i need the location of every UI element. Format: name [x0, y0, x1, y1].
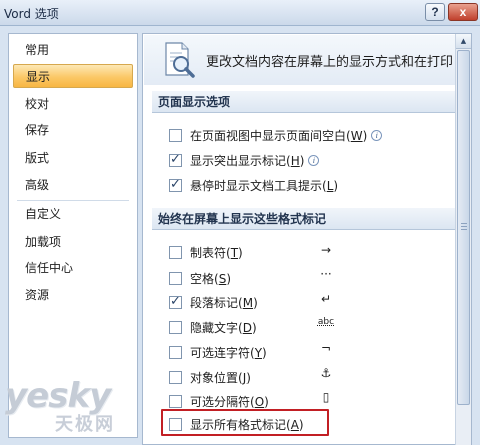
option-hidden-text[interactable]: 隐藏文字(D)	[169, 318, 257, 336]
space-dots-icon: ···	[320, 267, 332, 281]
scroll-up-arrow-icon[interactable]: ▲	[456, 34, 471, 49]
hidden-text-hotkey: D	[242, 320, 252, 335]
optional-breaks-label: 可选分隔符	[190, 394, 251, 409]
tooltips-label: 悬停时显示文档工具提示	[190, 178, 323, 193]
nav-item-resources[interactable]: 资源	[10, 283, 136, 307]
yesky-watermark: yesky 天极网	[5, 376, 135, 436]
title-buttons: ? x	[425, 3, 478, 21]
option-tab-characters[interactable]: 制表符(T)	[169, 243, 243, 261]
highlight-annotation-box	[161, 409, 329, 436]
hidden-text-sample-icon: abc	[317, 317, 335, 327]
window-title: Vord 选项	[4, 7, 59, 21]
anchor-icon: ⚓	[320, 366, 332, 380]
option-spaces[interactable]: 空格(S)	[169, 269, 231, 287]
panel-header: 更改文档内容在屏幕上的显示方式和在打印	[144, 35, 456, 85]
tooltips-checkbox[interactable]: ✓	[169, 176, 182, 192]
close-button[interactable]: x	[448, 3, 478, 21]
paragraph-return-icon: ↵	[320, 292, 332, 306]
checkmark-icon: ✓	[170, 176, 181, 192]
option-optional-hyphens[interactable]: 可选连字符(Y)	[169, 343, 267, 361]
panel-header-text: 更改文档内容在屏幕上的显示方式和在打印	[206, 55, 454, 70]
thumb-grip	[461, 229, 467, 230]
nav-item-layout[interactable]: 版式	[10, 146, 136, 170]
nav-item-common[interactable]: 常用	[10, 38, 136, 62]
thumb-grip	[461, 226, 467, 227]
option-optional-breaks[interactable]: 可选分隔符(O)	[169, 392, 269, 410]
nav-item-addins[interactable]: 加载项	[10, 230, 136, 254]
whitespace-hotkey: W	[350, 128, 363, 143]
checkmark-icon: ✓	[170, 151, 181, 167]
paragraph-marks-label: 段落标记	[190, 295, 239, 310]
optional-hyphen-icon: ¬	[320, 341, 332, 355]
spaces-checkbox[interactable]	[169, 271, 182, 285]
highlight-hotkey: H	[290, 153, 300, 168]
thumb-grip	[461, 223, 467, 224]
option-show-whitespace[interactable]: 在页面视图中显示页面间空白(W) i	[169, 126, 383, 144]
tooltips-hotkey: L	[326, 178, 334, 193]
option-paragraph-marks[interactable]: ✓ 段落标记(M)	[169, 293, 258, 311]
hidden-text-checkbox[interactable]	[169, 320, 182, 334]
spaces-hotkey: S	[218, 271, 227, 286]
info-icon: i	[308, 154, 320, 166]
nav-item-advanced[interactable]: 高级	[10, 173, 136, 197]
option-object-anchors[interactable]: 对象位置(J)	[169, 368, 251, 386]
page-display-section-title: 页面显示选项	[152, 91, 456, 113]
whitespace-label: 在页面视图中显示页面间空白	[190, 128, 347, 143]
tab-characters-hotkey: T	[230, 245, 239, 260]
help-button[interactable]: ?	[425, 3, 445, 21]
title-bar: Vord 选项 ? x	[0, 0, 480, 26]
nav-item-customize[interactable]: 自定义	[10, 202, 136, 226]
hidden-text-label: 隐藏文字	[190, 320, 239, 335]
display-options-panel: 更改文档内容在屏幕上的显示方式和在打印 页面显示选项 在页面视图中显示页面间空白…	[142, 33, 472, 445]
word-options-window: Vord 选项 ? x 常用 显示 校对 保存 版式 高级 自定义 加载项 信任…	[0, 0, 480, 445]
optional-hyphens-hotkey: Y	[254, 345, 263, 360]
tab-characters-label: 制表符	[190, 245, 227, 260]
optional-break-icon: ▯	[322, 390, 330, 404]
checkmark-icon: ✓	[170, 293, 181, 309]
paragraph-marks-checkbox[interactable]: ✓	[169, 293, 182, 309]
object-anchors-label: 对象位置	[190, 370, 239, 385]
formatting-marks-section-title: 始终在屏幕上显示这些格式标记	[152, 208, 456, 230]
option-show-highlight[interactable]: ✓ 显示突出显示标记(H) i	[169, 151, 320, 169]
optional-breaks-checkbox[interactable]	[169, 394, 182, 408]
nav-item-display[interactable]: 显示	[13, 64, 133, 88]
highlight-checkbox[interactable]: ✓	[169, 151, 182, 167]
option-show-tooltips[interactable]: ✓ 悬停时显示文档工具提示(L)	[169, 176, 338, 194]
nav-item-trust-center[interactable]: 信任中心	[10, 256, 136, 280]
nav-divider	[17, 200, 129, 201]
optional-breaks-hotkey: O	[254, 394, 265, 409]
info-icon: i	[371, 129, 383, 141]
watermark-sub: 天极网	[55, 414, 115, 435]
spaces-label: 空格	[190, 271, 215, 286]
panel-scrollbar[interactable]: ▲	[455, 34, 471, 445]
nav-item-save[interactable]: 保存	[10, 118, 136, 142]
whitespace-checkbox[interactable]	[169, 128, 182, 142]
magnifier-document-icon	[165, 42, 195, 78]
nav-item-proofing[interactable]: 校对	[10, 92, 136, 116]
tab-characters-checkbox[interactable]	[169, 245, 182, 259]
optional-hyphens-label: 可选连字符	[190, 345, 251, 360]
object-anchors-hotkey: J	[242, 370, 247, 385]
paragraph-marks-hotkey: M	[242, 295, 254, 310]
optional-hyphens-checkbox[interactable]	[169, 345, 182, 359]
scroll-thumb[interactable]	[457, 50, 470, 405]
highlight-label: 显示突出显示标记	[190, 153, 287, 168]
tab-arrow-icon: →	[320, 243, 332, 257]
object-anchors-checkbox[interactable]	[169, 370, 182, 384]
